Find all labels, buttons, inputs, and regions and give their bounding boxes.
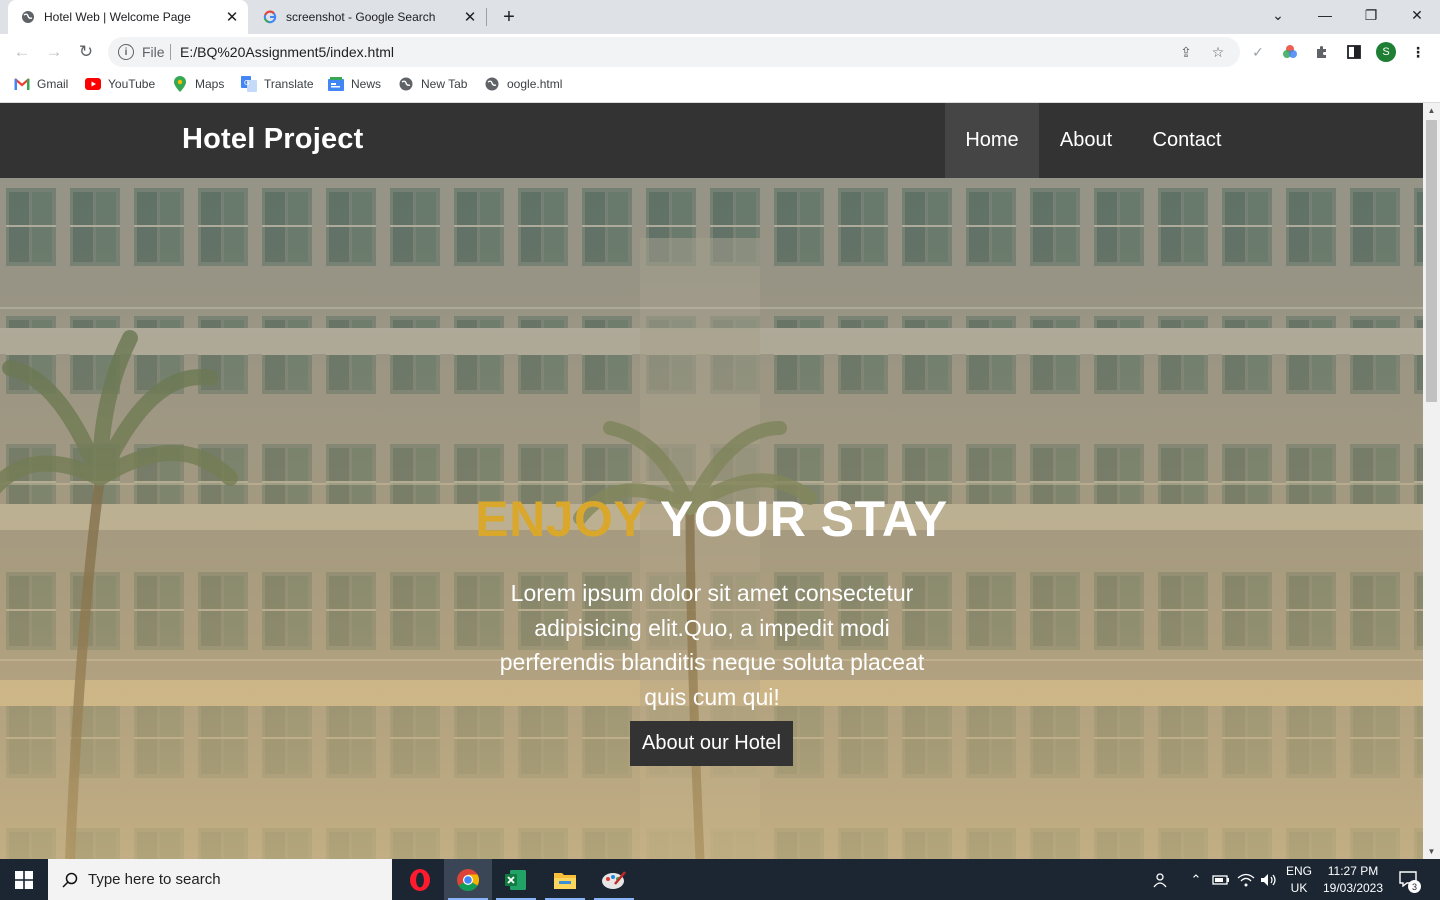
tab-google-search[interactable]: screenshot - Google Search ✕ <box>250 0 486 34</box>
side-panel-icon[interactable] <box>1344 42 1364 62</box>
wifi-icon[interactable] <box>1235 859 1257 900</box>
close-window-button[interactable]: ✕ <box>1404 4 1430 26</box>
scroll-up-icon[interactable]: ▲ <box>1427 106 1436 115</box>
color-extension-icon[interactable] <box>1280 42 1300 62</box>
minimize-button[interactable]: — <box>1312 4 1338 26</box>
bookmark-maps[interactable]: Maps <box>172 76 224 92</box>
bookmark-gmail[interactable]: Gmail <box>14 76 68 92</box>
new-tab-button[interactable]: + <box>498 6 520 28</box>
windows-logo-icon <box>15 870 33 889</box>
bookmark-label: YouTube <box>108 77 156 91</box>
taskbar-paint[interactable] <box>590 859 638 900</box>
bookmark-youtube[interactable]: YouTube <box>85 76 155 92</box>
site-info-icon[interactable]: i <box>118 44 134 60</box>
close-tab-icon[interactable]: ✕ <box>222 7 242 27</box>
tab-strip: Hotel Web | Welcome Page ✕ screenshot - … <box>0 0 1440 34</box>
hero-section: ENJOY YOUR STAY Lorem ipsum dolor sit am… <box>0 178 1423 859</box>
youtube-icon <box>85 76 101 92</box>
hero-title: ENJOY YOUR STAY <box>0 490 1423 548</box>
bookmark-star-icon[interactable]: ☆ <box>1210 44 1226 60</box>
bookmark-translate[interactable]: G Translate <box>241 76 314 92</box>
excel-icon <box>505 869 526 890</box>
hero-description: Lorem ipsum dolor sit amet consectetur a… <box>499 580 925 710</box>
bookmark-label: News <box>351 77 382 91</box>
taskbar-file-explorer[interactable] <box>541 859 589 900</box>
tab-title: screenshot - Google Search <box>286 10 436 24</box>
close-tab-icon[interactable]: ✕ <box>460 7 480 27</box>
globe-icon <box>20 9 36 25</box>
globe-icon <box>398 76 414 92</box>
svg-text:G: G <box>244 79 249 87</box>
nav-about[interactable]: About <box>1039 103 1133 178</box>
bookmark-label: oogle.html <box>507 77 563 91</box>
checkmark-extension-icon[interactable]: ✓ <box>1248 42 1268 62</box>
bookmark-label: Maps <box>195 77 225 91</box>
maps-icon <box>172 76 188 92</box>
bookmark-news[interactable]: News <box>328 76 381 92</box>
browser-toolbar: ← → ↻ i File E:/BQ%20Assignment5/index.h… <box>0 34 1440 70</box>
bookmark-oogle[interactable]: oogle.html <box>484 76 562 92</box>
tab-hotel-web[interactable]: Hotel Web | Welcome Page ✕ <box>8 0 248 34</box>
forward-arrow-icon[interactable]: → <box>42 40 66 64</box>
scheme-label: File <box>142 44 165 60</box>
taskbar-excel[interactable] <box>492 859 540 900</box>
region-code: UK <box>1290 881 1308 895</box>
share-icon[interactable]: ⇪ <box>1178 44 1194 60</box>
gmail-icon <box>14 76 30 92</box>
windows-start-button[interactable] <box>0 859 48 900</box>
notification-count-badge: 3 <box>1408 880 1421 893</box>
language-indicator[interactable]: ENG UK <box>1282 863 1316 897</box>
profile-avatar[interactable]: S <box>1376 42 1396 62</box>
windows-taskbar: Type here to search ⌃ ENG UK 11:27 PM 19… <box>0 859 1440 900</box>
language-code: ENG <box>1285 864 1312 878</box>
bookmark-label: Gmail <box>37 77 69 91</box>
search-icon <box>60 870 80 890</box>
opera-icon <box>410 868 430 891</box>
volume-icon[interactable] <box>1258 859 1280 900</box>
about-hotel-button[interactable]: About our Hotel <box>630 721 793 766</box>
site-navbar: Hotel Project Home About Contact <box>0 103 1423 178</box>
hero-title-rest: YOUR STAY <box>646 491 948 547</box>
reload-icon[interactable]: ↻ <box>74 40 98 64</box>
taskbar-search-box[interactable]: Type here to search <box>48 859 392 900</box>
chrome-icon <box>457 868 479 891</box>
search-placeholder: Type here to search <box>88 871 221 888</box>
scroll-down-icon[interactable]: ▼ <box>1427 847 1436 856</box>
news-icon <box>328 76 344 92</box>
clock-time: 11:27 PM <box>1327 864 1379 878</box>
tab-search-dropdown-icon[interactable]: ⌄ <box>1265 4 1291 26</box>
menu-kebab-icon[interactable]: ⋮ <box>1408 42 1428 62</box>
nav-contact[interactable]: Contact <box>1133 103 1241 178</box>
bookmark-label: New Tab <box>421 77 468 91</box>
clock-date: 19/03/2023 <box>1322 881 1384 895</box>
people-icon[interactable] <box>1150 859 1172 900</box>
translate-icon: G <box>241 76 257 92</box>
bookmark-new-tab[interactable]: New Tab <box>398 76 467 92</box>
taskbar-opera[interactable] <box>396 859 444 900</box>
paint-icon <box>602 870 626 889</box>
bookmarks-bar: Gmail YouTube Maps G Translate News New … <box>0 70 1440 98</box>
url-text[interactable]: E:/BQ%20Assignment5/index.html <box>180 44 394 60</box>
battery-icon[interactable] <box>1210 859 1232 900</box>
restore-button[interactable]: ❐ <box>1358 4 1384 26</box>
folder-icon <box>554 872 576 889</box>
scroll-thumb[interactable] <box>1426 120 1437 402</box>
site-brand[interactable]: Hotel Project <box>182 123 363 156</box>
hero-title-accent: ENJOY <box>475 491 647 547</box>
nav-home[interactable]: Home <box>945 103 1039 178</box>
chevron-up-icon[interactable]: ⌃ <box>1186 859 1206 900</box>
omnibox-separator <box>170 44 171 60</box>
google-icon <box>262 9 278 25</box>
tab-title: Hotel Web | Welcome Page <box>44 10 191 24</box>
clock[interactable]: 11:27 PM 19/03/2023 <box>1318 863 1388 897</box>
globe-icon <box>484 76 500 92</box>
back-arrow-icon[interactable]: ← <box>10 40 34 64</box>
page-viewport: Hotel Project Home About Contact ENJOY Y… <box>0 103 1423 859</box>
bookmark-label: Translate <box>264 77 314 91</box>
extensions-puzzle-icon[interactable] <box>1312 42 1332 62</box>
taskbar-chrome[interactable] <box>444 859 492 900</box>
tab-separator <box>486 8 487 26</box>
page-scrollbar[interactable]: ▲ ▼ <box>1423 103 1440 859</box>
address-bar[interactable]: i File E:/BQ%20Assignment5/index.html ⇪ … <box>108 37 1240 67</box>
